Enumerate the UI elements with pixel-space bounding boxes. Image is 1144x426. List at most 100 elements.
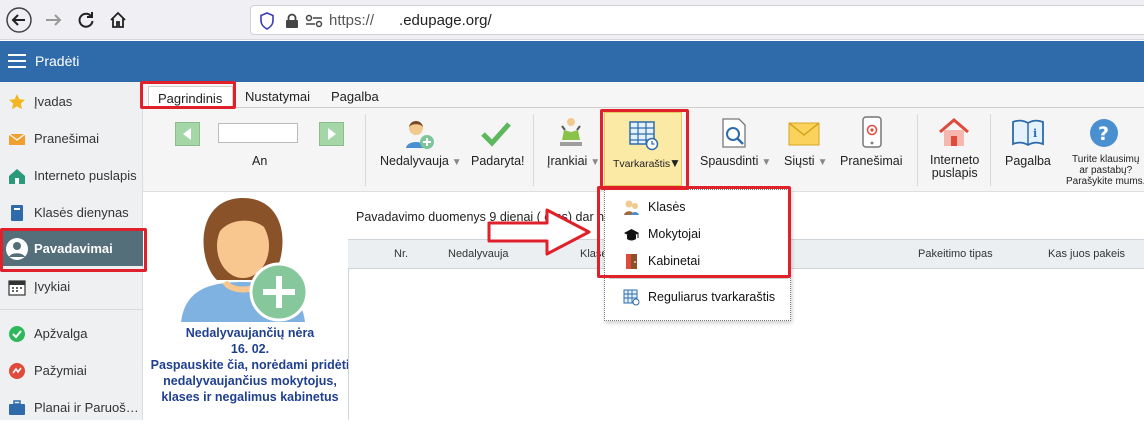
help-book-icon[interactable]: i — [1011, 118, 1045, 148]
feedback-label-line2: ar pastabų? — [1079, 165, 1133, 176]
website-label-line2: puslapis — [931, 166, 978, 180]
tab-label: Pagrindinis — [158, 91, 223, 106]
caret-down-icon: ▼ — [451, 157, 462, 168]
menu-item-label: Kabinetai — [648, 254, 701, 268]
tools-icon[interactable] — [556, 116, 586, 148]
tools-button[interactable]: Įrankiai ▼ — [547, 154, 600, 168]
sidebar-item-interneto-puslapis[interactable]: Interneto puslapis — [0, 157, 143, 194]
ribbon-separator — [917, 114, 918, 186]
forward-arrow-icon — [46, 14, 62, 26]
send-label: Siųsti — [784, 154, 815, 168]
svg-text:i: i — [1033, 127, 1037, 140]
col-header-nr[interactable]: Nr. — [394, 248, 408, 260]
sidebar: Įvadas Pranešimai Interneto puslapis Kla… — [0, 82, 143, 420]
menu-divider — [609, 278, 788, 279]
absent-button[interactable]: Nedalyvauja ▼ — [380, 154, 462, 168]
tools-label: Įrankiai — [547, 154, 588, 168]
tab-nustatymai[interactable]: Nustatymai — [245, 89, 310, 104]
check-circle-icon — [9, 325, 25, 342]
print-preview-icon[interactable] — [719, 117, 749, 149]
prev-day-button[interactable] — [175, 122, 200, 146]
website-button[interactable]: Interneto puslapis — [930, 154, 979, 180]
empty-state-message[interactable]: Nedalyvaujančių nėra 16. 02. Paspauskite… — [150, 325, 350, 405]
tab-pagalba[interactable]: Pagalba — [331, 89, 379, 104]
timetable-icon — [623, 289, 640, 306]
mail-icon — [8, 133, 26, 145]
sidebar-item-pranesimai[interactable]: Pranešimai — [0, 120, 143, 157]
caret-down-icon: ▼ — [669, 156, 681, 170]
add-absent-avatar[interactable] — [175, 196, 315, 324]
question-icon[interactable]: ? — [1089, 118, 1119, 148]
browser-toolbar: https:// .edupage.org/ — [0, 0, 1144, 40]
house-icon — [9, 168, 25, 184]
sidebar-item-klases-dienynas[interactable]: Klasės dienynas — [0, 194, 143, 231]
feedback-button[interactable]: Turite klausimų ar pastabų? Parašykite m… — [1066, 154, 1144, 187]
shield-icon[interactable] — [259, 12, 275, 30]
day-label: An — [252, 154, 268, 168]
app-header: Pradėti — [0, 41, 1144, 82]
sidebar-item-label: Apžvalga — [34, 326, 88, 341]
calendar-icon — [8, 279, 26, 296]
checkmark-icon[interactable] — [480, 120, 512, 148]
website-house-icon[interactable] — [938, 118, 970, 148]
caret-down-icon: ▼ — [817, 157, 828, 168]
graduation-cap-icon — [624, 229, 639, 241]
timetable-dropdown-menu: Klasės Mokytojai Kabinetai Reguliarus tv… — [604, 189, 791, 321]
tab-pagrindinis[interactable]: Pagrindinis — [148, 86, 233, 109]
envelope-icon[interactable] — [788, 122, 820, 146]
address-bar[interactable]: https:// .edupage.org/ — [250, 5, 1144, 35]
sidebar-item-pavadavimai[interactable]: Pavadavimai — [0, 231, 143, 266]
menu-item-label: Mokytojai — [648, 227, 701, 241]
send-button[interactable]: Siųsti ▼ — [784, 154, 827, 168]
absent-teacher-icon[interactable] — [403, 118, 435, 150]
back-button[interactable] — [5, 6, 33, 34]
print-button[interactable]: Spausdinti ▼ — [700, 154, 771, 168]
timetable-button[interactable]: Tvarkaraštis ▼ — [604, 112, 682, 186]
sidebar-item-ivadas[interactable]: Įvadas — [0, 83, 143, 120]
menu-item-mokytojai[interactable]: Mokytojai — [605, 222, 792, 248]
done-button[interactable]: Padaryta! — [471, 154, 525, 168]
caret-down-icon: ▼ — [761, 157, 772, 168]
hamburger-menu-icon[interactable] — [8, 54, 26, 68]
sidebar-item-label: Pavadavimai — [34, 241, 113, 256]
reload-button[interactable] — [72, 6, 100, 34]
triangle-left-icon — [183, 128, 191, 140]
home-button[interactable] — [104, 6, 132, 34]
help-button[interactable]: Pagalba — [1005, 154, 1051, 168]
sidebar-item-label: Pranešimai — [34, 131, 100, 146]
page-settings-icon[interactable] — [305, 14, 323, 28]
empty-instructions: Paspauskite čia, norėdami pridėti nedaly… — [150, 358, 350, 404]
sidebar-item-label: Interneto puslapis — [34, 168, 137, 183]
date-input[interactable] — [218, 123, 298, 143]
home-icon — [110, 11, 126, 28]
forward-button[interactable] — [40, 6, 68, 34]
menu-item-klases[interactable]: Klasės — [605, 195, 792, 221]
next-day-button[interactable] — [319, 122, 344, 146]
timetable-icon — [629, 121, 659, 151]
sidebar-item-planai[interactable]: Planai ir Paruošimai — [0, 389, 143, 426]
app-title[interactable]: Pradėti — [35, 53, 79, 69]
empty-date: 16. 02. — [230, 342, 270, 356]
print-label: Spausdinti — [700, 154, 759, 168]
sidebar-item-label: Įvadas — [34, 94, 73, 109]
menu-item-kabinetai[interactable]: Kabinetai — [605, 249, 792, 275]
absent-label: Nedalyvauja — [380, 154, 449, 168]
sidebar-item-label: Pažymiai — [34, 363, 87, 378]
sidebar-divider — [0, 309, 143, 310]
back-arrow-icon — [6, 7, 32, 33]
notifications-button[interactable]: Pranešimai — [840, 154, 903, 168]
ribbon-separator — [990, 114, 991, 186]
table-border — [348, 269, 349, 420]
ribbon-separator — [533, 114, 534, 186]
class-icon — [624, 200, 639, 215]
col-header-replacement[interactable]: Kas juos pakeis — [1048, 248, 1125, 260]
sidebar-item-pazymiai[interactable]: Pažymiai — [0, 352, 143, 389]
col-header-change-type[interactable]: Pakeitimo tipas — [918, 248, 993, 260]
url-domain: .edupage.org/ — [399, 12, 492, 29]
sidebar-item-ivykiai[interactable]: Įvykiai — [0, 268, 143, 305]
lock-icon[interactable] — [285, 13, 299, 29]
phone-notification-icon[interactable] — [861, 116, 883, 148]
feedback-label-line3: Parašykite mums. — [1066, 176, 1144, 187]
sidebar-item-apzvalga[interactable]: Apžvalga — [0, 315, 143, 352]
menu-item-regular-timetable[interactable]: Reguliarus tvarkaraštis — [605, 285, 792, 311]
